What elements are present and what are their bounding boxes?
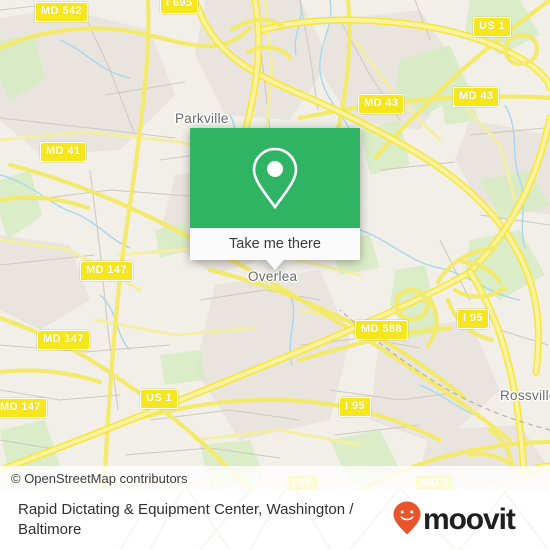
- highway-shield: I 695: [160, 0, 199, 14]
- take-me-there-button[interactable]: Take me there: [190, 228, 360, 260]
- highway-shield: MD 43: [453, 87, 500, 107]
- map-attribution: © OpenStreetMap contributors: [0, 466, 550, 490]
- popup-tail-pointer: [266, 260, 284, 270]
- map-pin-icon: [250, 146, 300, 210]
- attribution-text: © OpenStreetMap contributors: [11, 470, 188, 486]
- map-place-label: Overlea: [248, 269, 298, 284]
- highway-shield: I 95: [457, 309, 489, 329]
- highway-shield: MD 147: [37, 330, 90, 350]
- footer-bar: Rapid Dictating & Equipment Center, Wash…: [0, 490, 550, 550]
- highway-shield: MD 147: [0, 398, 47, 418]
- highway-shield: I 95: [339, 397, 371, 417]
- highway-shield: MD 588: [355, 320, 408, 340]
- map-canvas[interactable]: .land { fill:#f2efe9; } .urban { fill:#e…: [0, 0, 550, 490]
- highway-shield: MD 147: [80, 261, 133, 281]
- highway-shield: US 1: [140, 389, 179, 409]
- moovit-logo[interactable]: moovit: [392, 500, 516, 541]
- popup-image-panel: [190, 128, 360, 228]
- page-title: Rapid Dictating & Equipment Center, Wash…: [18, 501, 354, 538]
- highway-shield: MD 542: [35, 2, 88, 22]
- map-place-label: Rossville: [500, 388, 550, 403]
- screenshot-root: .land { fill:#f2efe9; } .urban { fill:#e…: [0, 0, 550, 550]
- highway-shield: US 1: [473, 17, 512, 37]
- moovit-pin-icon: [392, 500, 422, 541]
- moovit-wordmark: moovit: [423, 503, 516, 536]
- location-popup-card[interactable]: Take me there: [190, 128, 360, 270]
- map-place-label: Parkville: [175, 111, 229, 126]
- highway-shield: MD 41: [40, 142, 87, 162]
- highway-shield: MD 43: [358, 94, 405, 114]
